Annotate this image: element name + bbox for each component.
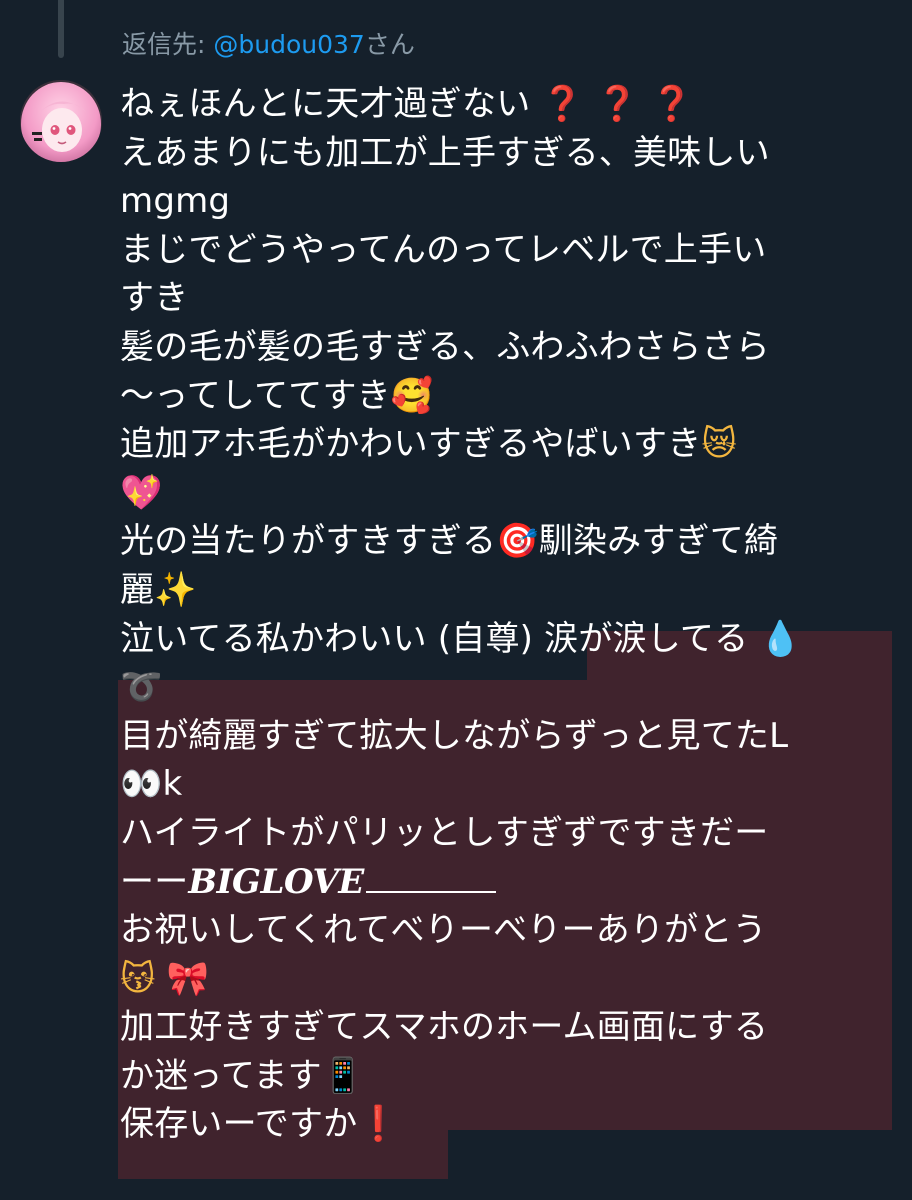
tweet-line-10: 光の当たりがすきすぎる🎯馴染みすぎて綺 (120, 517, 890, 566)
tweet-line-12-text-b: 涙が涙してる (544, 618, 749, 659)
tweet-line-18: お祝いしてくれてべりーべりーありがとう (120, 910, 767, 951)
red-question-mark-icons: ❓ ❓ ❓ (541, 84, 694, 124)
red-exclamation-icon: ❗ (357, 1104, 400, 1145)
tweet-line-10-text-b: 馴染みすぎて綺 (538, 521, 779, 562)
tweet-line-6: 髪の毛が髪の毛すぎる、ふわふわさらさら (120, 326, 770, 367)
tweet-line-14: 目が綺麗すぎて拡大しながらずっと見てたL (120, 715, 789, 756)
tweet-line-2: えあまりにも加工が上手すぎる、美味しい (120, 132, 770, 173)
tweet-line-16: ハイライトがパリッとしすぎずですきだー (120, 812, 769, 853)
tweet-line-22-text: 保存いーですか (120, 1104, 358, 1145)
tweet-line-13: ➰ (120, 663, 890, 712)
tweet-line-17: ーーBIGLOVE (120, 858, 890, 907)
crying-cat-icon: 😿 (701, 424, 738, 465)
tweet-line-21: か迷ってます📱 (120, 1052, 890, 1101)
tweet-line-7-text: ～ってしててすき (120, 375, 391, 416)
reply-to-prefix: 返信先: (122, 30, 206, 59)
tweet-body-text: ねぇほんとに天才過ぎない ❓ ❓ ❓ えあまりにも加工が上手すぎる、美味しい m… (120, 80, 890, 1149)
tweet-line-1-text: ねぇほんとに天才過ぎない (120, 84, 531, 124)
tweet-line-1: ねぇほんとに天才過ぎない ❓ ❓ ❓ (120, 80, 890, 129)
tweet-line-5: すき (120, 278, 189, 319)
biglove-text: BIGLOVE (188, 861, 364, 902)
eyes-icon: 👀 (120, 764, 163, 805)
tweet-line-10-text-a: 光の当たりがすきすぎる (120, 521, 497, 562)
reply-to-label: 返信先: @budou037さん (122, 28, 415, 62)
kissing-cat-icon: 😽 (120, 958, 156, 999)
tweet-line-11-text: 麗 (120, 569, 155, 610)
direct-hit-icon: 🎯 (496, 521, 539, 562)
ribbon-icon: 🎀 (166, 958, 210, 999)
tweet-line-9: 💖 (120, 469, 890, 518)
tweet-line-15: 👀k (120, 760, 890, 809)
sparkling-heart-icon: 💖 (120, 472, 163, 513)
avatar-image (20, 80, 102, 162)
tweet-line-8: 追加アホ毛がかわいすぎるやばいすき😿 (120, 420, 890, 469)
avatar[interactable] (20, 80, 102, 162)
tweet-line-4: まじでどうやってんのってレベルで上手い (120, 229, 767, 270)
tweet-line-15-text: k (162, 764, 183, 805)
mobile-phone-icon: 📱 (321, 1055, 365, 1096)
tweet-line-21-text: か迷ってます (120, 1055, 322, 1096)
reply-to-handle-link[interactable]: @budou037 (213, 30, 364, 59)
tweet-line-17-text-a: ーー (120, 861, 189, 902)
underline-decoration (365, 890, 496, 893)
thread-connector-line (58, 0, 64, 58)
tweet-line-7: ～ってしててすき🥰 (120, 372, 890, 421)
sparkles-icon: ✨ (154, 569, 197, 610)
tweet-line-3: mgmg (120, 181, 231, 222)
tweet-line-20: 加工好きすぎてスマホのホーム画面にする (120, 1007, 769, 1048)
curly-loop-icon: ➰ (120, 667, 163, 708)
tweet-line-8-text: 追加アホ毛がかわいすぎるやばいすき (120, 424, 702, 465)
tweet-line-12-text-a: 泣いてる私かわいい (自尊) (120, 618, 545, 659)
tweet-line-19: 😽 🎀 (120, 955, 890, 1004)
droplet-icon: 💧 (759, 618, 802, 659)
tweet-line-22: 保存いーですか❗ (120, 1100, 890, 1149)
tweet-line-11: 麗✨ (120, 566, 890, 615)
reply-to-suffix: さん (364, 30, 415, 59)
tweet-line-12: 泣いてる私かわいい (自尊) 涙が涙してる 💧 (120, 615, 890, 664)
smiling-face-with-hearts-icon: 🥰 (390, 375, 434, 416)
